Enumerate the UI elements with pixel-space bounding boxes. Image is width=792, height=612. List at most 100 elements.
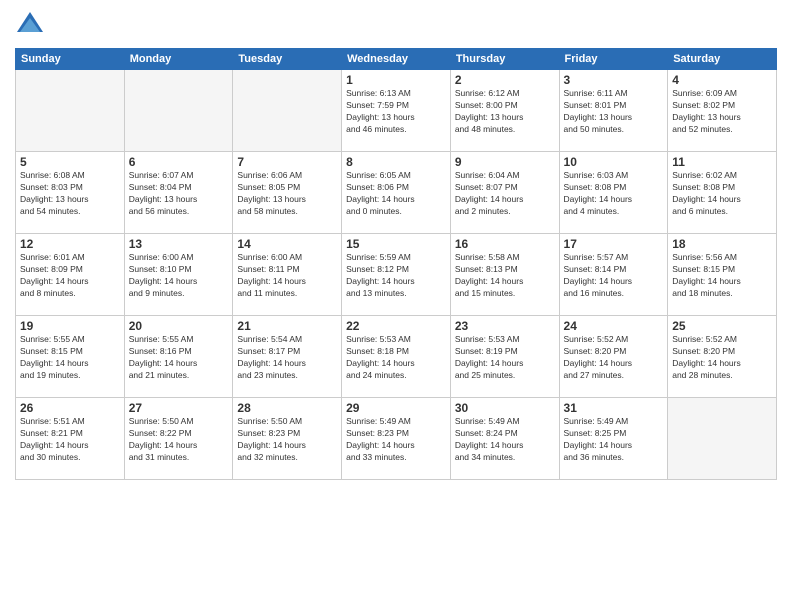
day-info: Sunrise: 6:02 AM Sunset: 8:08 PM Dayligh… bbox=[672, 170, 772, 218]
logo-icon bbox=[15, 10, 45, 40]
day-info: Sunrise: 5:49 AM Sunset: 8:25 PM Dayligh… bbox=[564, 416, 664, 464]
day-info: Sunrise: 5:58 AM Sunset: 8:13 PM Dayligh… bbox=[455, 252, 555, 300]
day-info: Sunrise: 6:12 AM Sunset: 8:00 PM Dayligh… bbox=[455, 88, 555, 136]
day-number: 29 bbox=[346, 401, 446, 415]
calendar-cell: 5Sunrise: 6:08 AM Sunset: 8:03 PM Daylig… bbox=[16, 152, 125, 234]
day-number: 21 bbox=[237, 319, 337, 333]
header bbox=[15, 10, 777, 40]
day-number: 31 bbox=[564, 401, 664, 415]
day-number: 24 bbox=[564, 319, 664, 333]
day-number: 17 bbox=[564, 237, 664, 251]
calendar-cell: 30Sunrise: 5:49 AM Sunset: 8:24 PM Dayli… bbox=[450, 398, 559, 480]
calendar-cell: 31Sunrise: 5:49 AM Sunset: 8:25 PM Dayli… bbox=[559, 398, 668, 480]
day-number: 10 bbox=[564, 155, 664, 169]
calendar-cell: 16Sunrise: 5:58 AM Sunset: 8:13 PM Dayli… bbox=[450, 234, 559, 316]
calendar-cell: 1Sunrise: 6:13 AM Sunset: 7:59 PM Daylig… bbox=[342, 70, 451, 152]
day-number: 22 bbox=[346, 319, 446, 333]
day-info: Sunrise: 6:09 AM Sunset: 8:02 PM Dayligh… bbox=[672, 88, 772, 136]
day-number: 27 bbox=[129, 401, 229, 415]
calendar-cell: 8Sunrise: 6:05 AM Sunset: 8:06 PM Daylig… bbox=[342, 152, 451, 234]
day-info: Sunrise: 5:50 AM Sunset: 8:22 PM Dayligh… bbox=[129, 416, 229, 464]
weekday-header: Wednesday bbox=[342, 49, 451, 70]
day-info: Sunrise: 6:06 AM Sunset: 8:05 PM Dayligh… bbox=[237, 170, 337, 218]
calendar-cell: 2Sunrise: 6:12 AM Sunset: 8:00 PM Daylig… bbox=[450, 70, 559, 152]
day-number: 20 bbox=[129, 319, 229, 333]
day-number: 3 bbox=[564, 73, 664, 87]
day-info: Sunrise: 6:05 AM Sunset: 8:06 PM Dayligh… bbox=[346, 170, 446, 218]
day-number: 26 bbox=[20, 401, 120, 415]
day-number: 4 bbox=[672, 73, 772, 87]
day-number: 12 bbox=[20, 237, 120, 251]
calendar-cell: 19Sunrise: 5:55 AM Sunset: 8:15 PM Dayli… bbox=[16, 316, 125, 398]
day-info: Sunrise: 5:49 AM Sunset: 8:24 PM Dayligh… bbox=[455, 416, 555, 464]
calendar-cell: 10Sunrise: 6:03 AM Sunset: 8:08 PM Dayli… bbox=[559, 152, 668, 234]
day-info: Sunrise: 5:56 AM Sunset: 8:15 PM Dayligh… bbox=[672, 252, 772, 300]
calendar-cell: 21Sunrise: 5:54 AM Sunset: 8:17 PM Dayli… bbox=[233, 316, 342, 398]
calendar-cell: 9Sunrise: 6:04 AM Sunset: 8:07 PM Daylig… bbox=[450, 152, 559, 234]
day-info: Sunrise: 6:07 AM Sunset: 8:04 PM Dayligh… bbox=[129, 170, 229, 218]
page: SundayMondayTuesdayWednesdayThursdayFrid… bbox=[0, 0, 792, 612]
day-info: Sunrise: 5:54 AM Sunset: 8:17 PM Dayligh… bbox=[237, 334, 337, 382]
calendar-week-row: 19Sunrise: 5:55 AM Sunset: 8:15 PM Dayli… bbox=[16, 316, 777, 398]
day-number: 6 bbox=[129, 155, 229, 169]
calendar-cell: 29Sunrise: 5:49 AM Sunset: 8:23 PM Dayli… bbox=[342, 398, 451, 480]
day-number: 18 bbox=[672, 237, 772, 251]
day-number: 19 bbox=[20, 319, 120, 333]
day-info: Sunrise: 6:00 AM Sunset: 8:10 PM Dayligh… bbox=[129, 252, 229, 300]
calendar-cell: 3Sunrise: 6:11 AM Sunset: 8:01 PM Daylig… bbox=[559, 70, 668, 152]
calendar-cell bbox=[124, 70, 233, 152]
day-number: 5 bbox=[20, 155, 120, 169]
day-info: Sunrise: 6:03 AM Sunset: 8:08 PM Dayligh… bbox=[564, 170, 664, 218]
calendar-cell bbox=[233, 70, 342, 152]
day-number: 13 bbox=[129, 237, 229, 251]
calendar-cell: 23Sunrise: 5:53 AM Sunset: 8:19 PM Dayli… bbox=[450, 316, 559, 398]
day-info: Sunrise: 6:01 AM Sunset: 8:09 PM Dayligh… bbox=[20, 252, 120, 300]
weekday-header: Saturday bbox=[668, 49, 777, 70]
day-number: 30 bbox=[455, 401, 555, 415]
day-info: Sunrise: 5:53 AM Sunset: 8:19 PM Dayligh… bbox=[455, 334, 555, 382]
day-info: Sunrise: 5:52 AM Sunset: 8:20 PM Dayligh… bbox=[564, 334, 664, 382]
weekday-header: Monday bbox=[124, 49, 233, 70]
day-number: 14 bbox=[237, 237, 337, 251]
calendar-week-row: 12Sunrise: 6:01 AM Sunset: 8:09 PM Dayli… bbox=[16, 234, 777, 316]
day-number: 9 bbox=[455, 155, 555, 169]
calendar-cell: 11Sunrise: 6:02 AM Sunset: 8:08 PM Dayli… bbox=[668, 152, 777, 234]
day-number: 2 bbox=[455, 73, 555, 87]
calendar-cell: 15Sunrise: 5:59 AM Sunset: 8:12 PM Dayli… bbox=[342, 234, 451, 316]
calendar-cell: 4Sunrise: 6:09 AM Sunset: 8:02 PM Daylig… bbox=[668, 70, 777, 152]
day-number: 8 bbox=[346, 155, 446, 169]
day-info: Sunrise: 5:55 AM Sunset: 8:16 PM Dayligh… bbox=[129, 334, 229, 382]
day-number: 15 bbox=[346, 237, 446, 251]
day-info: Sunrise: 6:11 AM Sunset: 8:01 PM Dayligh… bbox=[564, 88, 664, 136]
calendar-cell: 22Sunrise: 5:53 AM Sunset: 8:18 PM Dayli… bbox=[342, 316, 451, 398]
day-info: Sunrise: 5:55 AM Sunset: 8:15 PM Dayligh… bbox=[20, 334, 120, 382]
day-info: Sunrise: 6:04 AM Sunset: 8:07 PM Dayligh… bbox=[455, 170, 555, 218]
day-number: 7 bbox=[237, 155, 337, 169]
weekday-header-row: SundayMondayTuesdayWednesdayThursdayFrid… bbox=[16, 49, 777, 70]
weekday-header: Thursday bbox=[450, 49, 559, 70]
weekday-header: Tuesday bbox=[233, 49, 342, 70]
calendar-cell: 12Sunrise: 6:01 AM Sunset: 8:09 PM Dayli… bbox=[16, 234, 125, 316]
day-info: Sunrise: 5:57 AM Sunset: 8:14 PM Dayligh… bbox=[564, 252, 664, 300]
calendar-cell: 25Sunrise: 5:52 AM Sunset: 8:20 PM Dayli… bbox=[668, 316, 777, 398]
calendar-cell: 6Sunrise: 6:07 AM Sunset: 8:04 PM Daylig… bbox=[124, 152, 233, 234]
day-number: 23 bbox=[455, 319, 555, 333]
calendar-table: SundayMondayTuesdayWednesdayThursdayFrid… bbox=[15, 48, 777, 480]
weekday-header: Friday bbox=[559, 49, 668, 70]
calendar-cell: 27Sunrise: 5:50 AM Sunset: 8:22 PM Dayli… bbox=[124, 398, 233, 480]
day-number: 28 bbox=[237, 401, 337, 415]
calendar-cell: 18Sunrise: 5:56 AM Sunset: 8:15 PM Dayli… bbox=[668, 234, 777, 316]
calendar-week-row: 26Sunrise: 5:51 AM Sunset: 8:21 PM Dayli… bbox=[16, 398, 777, 480]
calendar-week-row: 5Sunrise: 6:08 AM Sunset: 8:03 PM Daylig… bbox=[16, 152, 777, 234]
day-info: Sunrise: 5:53 AM Sunset: 8:18 PM Dayligh… bbox=[346, 334, 446, 382]
day-number: 11 bbox=[672, 155, 772, 169]
day-number: 16 bbox=[455, 237, 555, 251]
calendar-cell: 13Sunrise: 6:00 AM Sunset: 8:10 PM Dayli… bbox=[124, 234, 233, 316]
day-info: Sunrise: 6:00 AM Sunset: 8:11 PM Dayligh… bbox=[237, 252, 337, 300]
day-number: 25 bbox=[672, 319, 772, 333]
calendar-cell bbox=[668, 398, 777, 480]
calendar-cell: 24Sunrise: 5:52 AM Sunset: 8:20 PM Dayli… bbox=[559, 316, 668, 398]
day-info: Sunrise: 5:52 AM Sunset: 8:20 PM Dayligh… bbox=[672, 334, 772, 382]
logo bbox=[15, 10, 49, 40]
weekday-header: Sunday bbox=[16, 49, 125, 70]
